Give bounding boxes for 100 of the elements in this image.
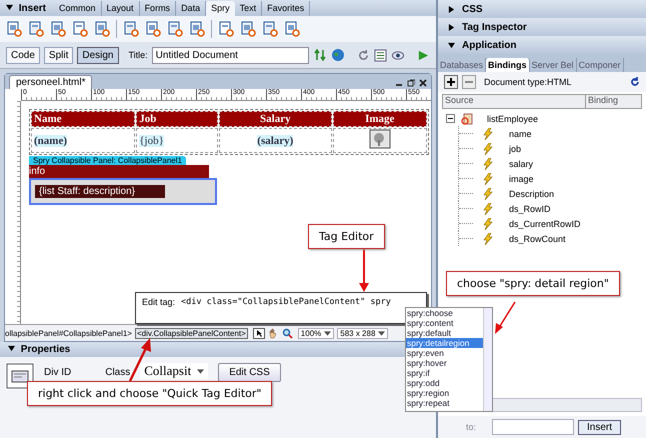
panel-title[interactable]: Insert xyxy=(6,2,46,14)
insert-object-icon[interactable] xyxy=(240,21,256,37)
hint-item[interactable]: spry:detailregion xyxy=(406,338,483,348)
refresh-icon[interactable] xyxy=(357,48,370,62)
column-header: Job xyxy=(136,111,218,127)
tag-path[interactable]: ollapsiblePanel#CollapsiblePanel1> xyxy=(5,328,132,338)
insert-object-icon[interactable] xyxy=(6,21,22,37)
title-field[interactable]: Untitled Document xyxy=(152,46,310,64)
insert-object-icon[interactable] xyxy=(167,21,183,37)
callout-arrow xyxy=(495,302,516,334)
tree-item[interactable]: ds_RowCount xyxy=(509,234,566,244)
expander-icon[interactable] xyxy=(446,114,455,123)
tag-input[interactable]: <div class="CollapsiblePanelContent" spry xyxy=(181,297,391,307)
lightning-icon xyxy=(483,202,493,214)
binding-field: {job} xyxy=(139,134,164,146)
tree-item[interactable]: ds_CurrentRowID xyxy=(509,218,581,228)
scrollbar[interactable] xyxy=(483,308,492,411)
zoom-dropdown[interactable]: 100% xyxy=(298,328,334,338)
tree-item[interactable]: ds_RowID xyxy=(509,204,551,214)
hint-item[interactable]: spry:if xyxy=(406,368,483,378)
hint-item[interactable]: spry:hover xyxy=(406,358,483,368)
document-tab[interactable]: personeel.html* xyxy=(9,75,92,89)
view-button[interactable]: Split xyxy=(44,46,74,64)
restore-icon[interactable] xyxy=(407,79,415,87)
hand-icon[interactable] xyxy=(268,328,279,338)
hint-item[interactable]: spry:content xyxy=(406,318,483,328)
hint-item[interactable]: spry:choose xyxy=(406,308,483,318)
spry-panel-label: Spry Collapsible Panel: CollapsiblePanel1 xyxy=(29,156,186,165)
panel-group-header[interactable]: CSS xyxy=(438,0,646,18)
arrows-icon[interactable] xyxy=(313,48,328,62)
play-icon[interactable] xyxy=(417,48,430,62)
tag-selector[interactable]: <div.CollapsiblePanelContent> xyxy=(134,328,248,338)
refresh-icon[interactable] xyxy=(630,77,640,87)
insert-button[interactable]: Insert xyxy=(578,420,622,434)
triangle-icon[interactable] xyxy=(448,42,455,48)
insert-object-icon[interactable] xyxy=(123,21,139,37)
hint-item[interactable]: spry:default xyxy=(406,328,483,338)
tree-item[interactable]: Description xyxy=(509,188,554,198)
div-icon xyxy=(6,363,34,389)
tree-item[interactable]: image xyxy=(509,174,534,184)
edit-css-button[interactable]: Edit CSS xyxy=(218,363,281,382)
lightning-icon xyxy=(483,128,493,140)
plus-icon[interactable] xyxy=(444,75,458,89)
tree-item[interactable]: salary xyxy=(509,158,534,168)
lightning-icon xyxy=(483,142,493,154)
column-header: Image xyxy=(332,111,427,127)
caret-icon xyxy=(378,330,386,336)
insert-object-icon[interactable] xyxy=(145,21,161,37)
panel-title[interactable]: Properties xyxy=(8,344,70,355)
pointer-icon[interactable] xyxy=(252,328,265,338)
lightning-icon xyxy=(483,218,493,230)
description-field: {list Staff: description} xyxy=(35,185,165,198)
zoom-icon[interactable] xyxy=(282,328,293,338)
triangle-icon[interactable] xyxy=(448,6,455,12)
binding-field: (name) xyxy=(34,134,67,146)
insert-object-icon[interactable] xyxy=(28,21,44,37)
triangle-icon[interactable] xyxy=(6,4,13,10)
insert-tab[interactable]: Spry xyxy=(206,0,235,16)
insert-object-icon[interactable] xyxy=(262,21,278,37)
list-icon[interactable] xyxy=(374,48,388,62)
tree-item[interactable]: job xyxy=(509,144,522,154)
globe-icon[interactable] xyxy=(331,48,346,62)
lightning-icon xyxy=(483,172,493,184)
tree-item[interactable]: name xyxy=(509,128,532,138)
hint-item[interactable]: spry:repeat xyxy=(406,398,483,408)
close-icon[interactable] xyxy=(419,79,427,87)
class-dropdown[interactable]: Collapsit xyxy=(140,363,208,379)
tree-item[interactable]: listEmployee xyxy=(487,114,538,124)
view-button[interactable]: Code xyxy=(6,46,40,64)
to-label: to: xyxy=(466,422,476,432)
callout-note: choose "spry: detail region" xyxy=(446,271,620,296)
insert-object-icon[interactable] xyxy=(94,21,110,37)
caret-icon xyxy=(197,368,204,374)
lightning-icon xyxy=(483,158,493,170)
eye-icon[interactable] xyxy=(391,48,406,62)
size-dropdown[interactable]: 583 x 288 xyxy=(337,328,388,338)
panel-tab[interactable]: Bindings xyxy=(486,58,530,72)
insert-object-icon[interactable] xyxy=(218,21,234,37)
view-button[interactable]: Design xyxy=(77,46,118,64)
insert-object-icon[interactable] xyxy=(50,21,66,37)
document-type: Document type:HTML xyxy=(484,77,573,87)
callout-note: right click and choose "Quick Tag Editor" xyxy=(27,381,272,406)
title-label: Title: xyxy=(128,50,148,60)
column-header: Salary xyxy=(219,111,332,127)
insert-object-icon[interactable] xyxy=(284,21,300,37)
callout-note: Tag Editor xyxy=(308,224,385,249)
hint-item[interactable]: spry:even xyxy=(406,348,483,358)
triangle-icon[interactable] xyxy=(8,345,15,352)
panel-group-header[interactable]: Application xyxy=(438,36,646,54)
column-header: Name xyxy=(31,111,136,127)
hint-item[interactable]: spry:odd xyxy=(406,378,483,388)
hint-item[interactable]: spry:region xyxy=(406,388,483,398)
triangle-icon[interactable] xyxy=(448,24,455,30)
insert-object-icon[interactable] xyxy=(189,21,205,37)
edit-tag-label: Edit tag: xyxy=(142,297,176,307)
callout-arrow xyxy=(359,248,369,292)
panel-group-header[interactable]: Tag Inspector xyxy=(438,18,646,36)
class-label: Class xyxy=(105,367,130,378)
database-icon xyxy=(461,112,473,124)
insert-object-icon[interactable] xyxy=(72,21,88,37)
